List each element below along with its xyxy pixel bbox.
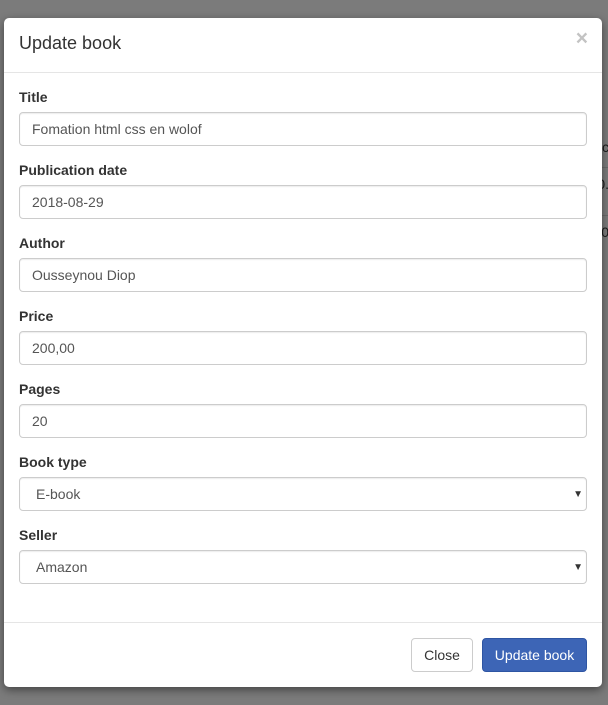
seller-select[interactable]: Amazon ▼ xyxy=(19,550,587,584)
title-label: Title xyxy=(19,89,48,105)
close-icon[interactable]: × xyxy=(576,28,588,49)
modal-footer: Close Update book xyxy=(4,622,602,687)
modal-header: Update book × xyxy=(4,18,602,73)
form-group-book-type: Book type E-book ▼ xyxy=(19,453,587,511)
form-group-seller: Seller Amazon ▼ xyxy=(19,526,587,584)
background-text-fragment: c xyxy=(602,139,608,155)
publication-date-value: 2018-08-29 xyxy=(32,194,104,210)
seller-selected-value: Amazon xyxy=(36,559,88,575)
chevron-down-icon: ▼ xyxy=(573,489,583,500)
book-type-select[interactable]: E-book ▼ xyxy=(19,477,587,511)
price-label: Price xyxy=(19,308,54,324)
author-label: Author xyxy=(19,235,65,251)
publication-date-input[interactable]: 2018-08-29 xyxy=(19,185,587,219)
modal-body: Title Fomation html css en wolof Publica… xyxy=(19,88,587,599)
form-group-pages: Pages 20 xyxy=(19,380,587,438)
update-book-modal: Update book × Title Fomation html css en… xyxy=(4,18,602,687)
form-group-title: Title Fomation html css en wolof xyxy=(19,88,587,146)
pages-input-value: 20 xyxy=(32,413,48,429)
chevron-down-icon: ▼ xyxy=(573,562,583,573)
form-group-author: Author Ousseynou Diop xyxy=(19,234,587,292)
author-input-value: Ousseynou Diop xyxy=(32,267,136,283)
seller-label: Seller xyxy=(19,527,58,543)
price-input[interactable]: 200,00 xyxy=(19,331,587,365)
form-group-publication-date: Publication date 2018-08-29 xyxy=(19,161,587,219)
book-type-label: Book type xyxy=(19,454,87,470)
title-input-value: Fomation html css en wolof xyxy=(32,121,202,137)
publication-date-label: Publication date xyxy=(19,162,128,178)
modal-title: Update book xyxy=(19,33,122,53)
close-button[interactable]: Close xyxy=(411,638,473,672)
pages-input[interactable]: 20 xyxy=(19,404,587,438)
pages-label: Pages xyxy=(19,381,61,397)
author-input[interactable]: Ousseynou Diop xyxy=(19,258,587,292)
form-group-price: Price 200,00 xyxy=(19,307,587,365)
title-input[interactable]: Fomation html css en wolof xyxy=(19,112,587,146)
price-input-value: 200,00 xyxy=(32,340,75,356)
update-book-button[interactable]: Update book xyxy=(482,638,587,672)
background-text-fragment: 0 xyxy=(601,224,608,240)
book-type-selected-value: E-book xyxy=(36,486,81,502)
